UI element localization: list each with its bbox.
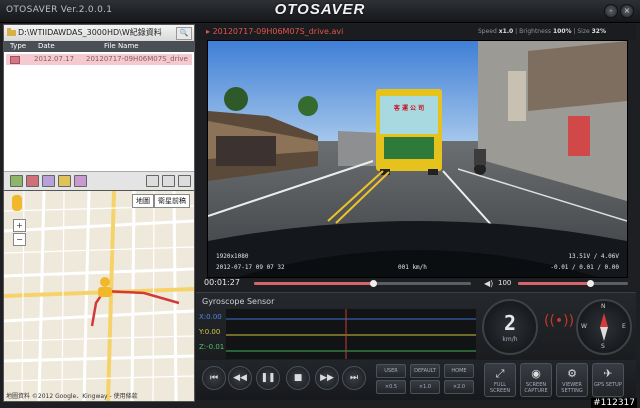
gps-map[interactable]: + − 地圖 衛星前稿 地圖資料 ©2012 Google、Kingway - 使…	[3, 190, 195, 402]
video-file-icon	[10, 56, 20, 64]
overlay-gsensor: -0.01 / 0.01 / 0.00	[550, 264, 619, 271]
app-version-title: OTOSAVER Ver.2.0.0.1	[6, 5, 113, 15]
compass-e: E	[622, 323, 626, 330]
speed-double-button[interactable]: ×2.0	[444, 380, 474, 394]
title-bar: OTOSAVER Ver.2.0.0.1 OTOSAVER - ×	[0, 0, 640, 23]
file-date: 2012.07.17	[34, 55, 75, 63]
previous-button[interactable]: ◀◀	[228, 366, 252, 390]
zoom-out-button[interactable]: −	[13, 233, 26, 246]
home-button[interactable]: HOME	[444, 364, 474, 378]
folder-icon	[7, 28, 16, 36]
street-view-pegman-icon[interactable]	[12, 195, 22, 211]
filter-event-button[interactable]	[26, 175, 39, 187]
delete-icon[interactable]	[162, 175, 175, 187]
column-type[interactable]: Type	[10, 42, 26, 50]
folder-path: D:\WTIIDAWDAS_3000HD\W紀錄資料	[18, 28, 162, 37]
screen-capture-button[interactable]: ◉ SCREEN CAPTURE	[520, 363, 552, 397]
overlay-speed: 001 km/h	[398, 264, 427, 271]
compass-needle-icon	[600, 313, 608, 341]
seek-progress	[254, 282, 374, 285]
alarm-icon: ((•))	[544, 313, 575, 329]
speed-value: 2	[503, 311, 517, 335]
camera-icon: ◉	[531, 367, 541, 380]
filter-all-button[interactable]	[74, 175, 87, 187]
speed-unit: km/h	[502, 336, 518, 343]
gyro-z-value: Z:-0.01	[199, 343, 225, 351]
timeline-bar: 00:01:27 ◀) 100	[196, 278, 636, 290]
image-id-watermark: #112317	[591, 398, 637, 408]
close-button[interactable]: ×	[620, 4, 634, 18]
column-date[interactable]: Date	[38, 42, 55, 50]
gyro-title: Gyroscope Sensor	[202, 297, 275, 306]
gyro-y-value: Y:0.00	[199, 328, 221, 336]
filter-manual-button[interactable]	[42, 175, 55, 187]
file-list-header: Type Date File Name	[4, 41, 194, 52]
compass-s: S	[601, 343, 605, 350]
speed-gauge: 2 km/h	[482, 299, 538, 355]
map-type-tabs: 地圖 衛星前稿	[132, 194, 190, 208]
playback-controls: ⏮ ◀◀ ❚❚ ■ ▶▶ ⏭ USER ×0.5 DEFAULT ×1.0 HO…	[196, 360, 636, 400]
brand-logo: OTOSAVER	[274, 1, 366, 18]
file-row[interactable]: 2012.07.17 20120717-09H06M07S_drive	[6, 54, 192, 65]
compass: N S E W	[576, 299, 632, 355]
search-button[interactable]: 🔍	[176, 27, 192, 40]
overlay-datetime: 2012-07-17 09 07 32	[216, 264, 285, 271]
compass-w: W	[581, 323, 587, 330]
overlay-resolution: 1920x1080	[216, 253, 249, 260]
pause-button[interactable]: ❚❚	[256, 366, 280, 390]
gps-setup-button[interactable]: ✈ GPS SETUP	[592, 363, 624, 397]
file-filter-bar	[4, 171, 194, 190]
volume-handle[interactable]	[586, 280, 594, 287]
volume-slider[interactable]	[518, 280, 628, 287]
fullscreen-icon: ⤢	[495, 367, 505, 380]
gyroscope-panel: Gyroscope Sensor X:0.00 Y:0.00 Z:-0.01 2…	[196, 292, 636, 361]
seek-slider[interactable]	[254, 280, 471, 287]
gyro-x-value: X:0.00	[199, 313, 222, 321]
volume-value: 100	[498, 279, 512, 287]
speed-half-button[interactable]: ×0.5	[376, 380, 406, 394]
speed-normal-button[interactable]: ×1.0	[410, 380, 440, 394]
volume-icon[interactable]: ◀)	[484, 279, 493, 288]
last-frame-button[interactable]: ⏭	[342, 366, 366, 390]
default-button[interactable]: DEFAULT	[410, 364, 440, 378]
stop-button[interactable]: ■	[286, 366, 310, 390]
video-viewport[interactable]: 客 運 公 司 1920x1080 2012-07-17 09 07 32 00…	[207, 40, 628, 278]
filter-normal-button[interactable]	[10, 175, 23, 187]
compass-n: N	[601, 303, 606, 310]
video-header: ▸ 20120717-09H06M07S_drive.avi Speed x1.…	[196, 24, 636, 40]
tab-satellite[interactable]: 衛星前稿	[154, 194, 190, 208]
bus-destination-sign: 客 運 公 司	[393, 105, 425, 112]
current-time: 00:01:27	[204, 278, 240, 287]
overlay-voltage: 13.51V / 4.06V	[568, 253, 619, 260]
map-credit: 地圖資料 ©2012 Google、Kingway - 使用條款	[6, 393, 138, 400]
seek-handle[interactable]	[370, 280, 378, 287]
full-screen-button[interactable]: ⤢ FULL SCREEN	[484, 363, 516, 397]
user-button[interactable]: USER	[376, 364, 406, 378]
satellite-icon: ✈	[603, 367, 613, 380]
playback-info: Speed x1.0 | Brightness 100% | Size 32%	[478, 28, 606, 35]
next-button[interactable]: ▶▶	[315, 366, 339, 390]
video-file-name: ▸ 20120717-09H06M07S_drive.avi	[206, 27, 344, 36]
gear-icon: ⚙	[567, 367, 577, 380]
zoom-in-button[interactable]: +	[13, 219, 26, 232]
minimize-button[interactable]: -	[604, 4, 618, 18]
first-frame-button[interactable]: ⏮	[202, 366, 226, 390]
dashcam-video-frame	[208, 41, 627, 277]
vehicle-position-marker-icon	[98, 277, 112, 297]
path-bar: D:\WTIIDAWDAS_3000HD\W紀錄資料 🔍	[4, 25, 194, 42]
filter-parking-button[interactable]	[58, 175, 71, 187]
save-icon[interactable]	[146, 175, 159, 187]
column-file-name[interactable]: File Name	[104, 42, 139, 50]
print-icon[interactable]	[178, 175, 191, 187]
gyro-graph	[226, 309, 476, 359]
volume-level	[518, 282, 590, 285]
file-name: 20120717-09H06M07S_drive	[86, 55, 188, 63]
viewer-setting-button[interactable]: ⚙ VIEWER SETTING	[556, 363, 588, 397]
tab-map[interactable]: 地圖	[132, 194, 154, 208]
file-list-panel: D:\WTIIDAWDAS_3000HD\W紀錄資料 🔍 Type Date F…	[3, 24, 195, 190]
